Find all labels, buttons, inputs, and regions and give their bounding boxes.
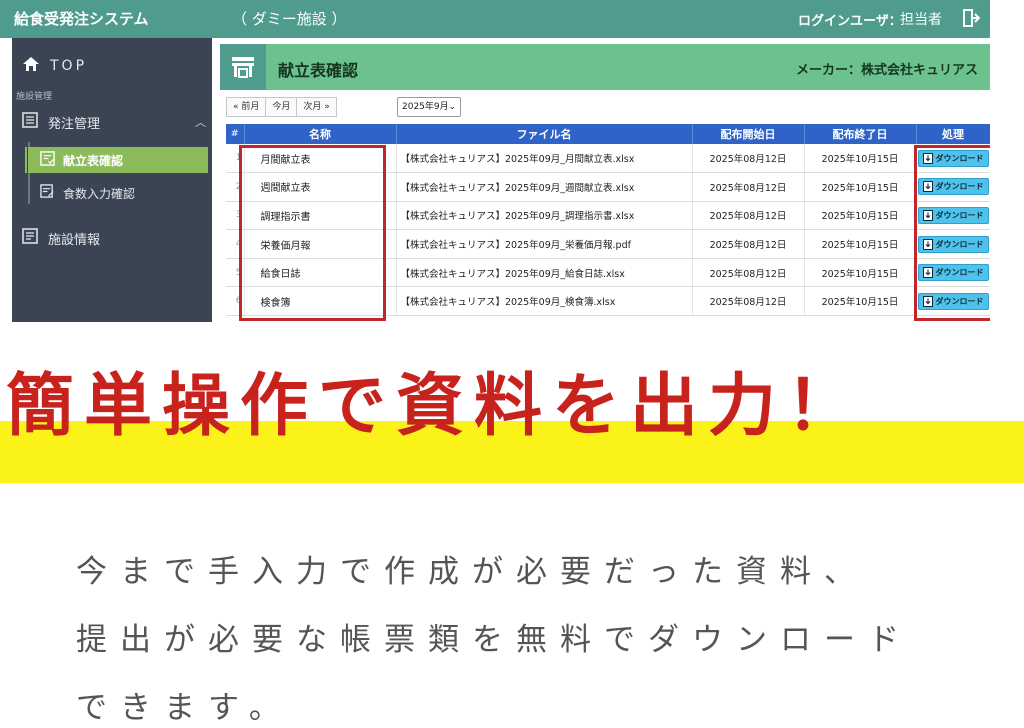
store-icon	[220, 44, 266, 90]
start-date: 2025年08月12日	[692, 258, 805, 288]
sidebar-section-label: 施設管理	[16, 92, 53, 102]
highlight-box-downloads	[914, 145, 990, 321]
start-date: 2025年08月12日	[692, 144, 805, 174]
sidebar: TOP 施設管理 発注管理 ︿ 献立表確認 食数入力確認 施設情報	[12, 38, 212, 322]
maker-name: メーカー：株式会社キュリアス	[795, 63, 978, 78]
column-header-end: 配布終了日	[804, 124, 917, 144]
description-line: 提出が必要な帳票類を無料でダウンロード	[76, 622, 912, 658]
sidebar-item-label: 献立表確認	[63, 153, 124, 168]
start-date: 2025年08月12日	[692, 201, 805, 231]
sidebar-item-order-management[interactable]: 発注管理 ︿	[22, 112, 206, 132]
app-screenshot: 給食受発注システム （ ダミー施設 ） ログインユーザ： 担当者 TOP 施設管…	[0, 0, 990, 322]
file-name: 【株式会社キュリアス】2025年09月_調理指示書.xlsx	[396, 201, 693, 231]
next-month-button[interactable]: 次月 »	[297, 97, 337, 117]
headline: 簡単操作で資料を出力！	[6, 367, 865, 446]
app-title: 給食受発注システム	[14, 10, 149, 28]
sidebar-item-label: TOP	[50, 58, 88, 74]
sidebar-item-menu-check[interactable]: 献立表確認	[25, 147, 208, 173]
page-title: 献立表確認	[278, 61, 359, 80]
file-name: 【株式会社キュリアス】2025年09月_給食日誌.xlsx	[396, 258, 693, 288]
description-line: できます。	[76, 690, 293, 726]
facility-name: （ ダミー施設 ）	[232, 10, 347, 28]
login-user-label: ログインユーザ：	[798, 14, 902, 29]
start-date: 2025年08月12日	[692, 286, 805, 317]
file-name: 【株式会社キュリアス】2025年09月_週間献立表.xlsx	[396, 172, 693, 202]
end-date: 2025年10月15日	[804, 201, 917, 231]
end-date: 2025年10月15日	[804, 286, 917, 317]
column-header-number: #	[226, 124, 245, 144]
home-icon	[22, 56, 40, 76]
file-name: 【株式会社キュリアス】2025年09月_検食簿.xlsx	[396, 286, 693, 317]
end-date: 2025年10月15日	[804, 258, 917, 288]
description-line: 今まで手入力で作成が必要だった資料、	[76, 554, 868, 590]
end-date: 2025年10月15日	[804, 144, 917, 174]
column-header-file: ファイル名	[396, 124, 693, 144]
start-date: 2025年08月12日	[692, 229, 805, 259]
sidebar-item-facility-info[interactable]: 施設情報	[22, 228, 100, 248]
month-nav: « 前月 今月 次月 »	[226, 97, 337, 117]
month-select[interactable]: 2025年9月 ⌄	[397, 97, 461, 117]
column-header-start: 配布開始日	[692, 124, 805, 144]
file-name: 【株式会社キュリアス】2025年09月_栄養価月報.pdf	[396, 229, 693, 259]
end-date: 2025年10月15日	[804, 172, 917, 202]
chevron-down-icon: ⌄	[448, 102, 456, 112]
end-date: 2025年10月15日	[804, 229, 917, 259]
checklist-icon	[40, 151, 55, 169]
table-header-row: # 名称 ファイル名 配布開始日 配布終了日 処理	[226, 124, 990, 144]
month-select-value: 2025年9月	[402, 102, 449, 112]
column-header-name: 名称	[244, 124, 397, 144]
top-bar: 給食受発注システム （ ダミー施設 ） ログインユーザ： 担当者	[0, 0, 990, 38]
sidebar-item-label: 発注管理	[48, 116, 101, 132]
this-month-button[interactable]: 今月	[266, 97, 298, 117]
column-header-action: 処理	[916, 124, 990, 144]
start-date: 2025年08月12日	[692, 172, 805, 202]
page-header: 献立表確認 メーカー：株式会社キュリアス	[220, 44, 990, 90]
prev-month-button[interactable]: « 前月	[226, 97, 267, 117]
sidebar-item-meal-count[interactable]: 食数入力確認	[40, 184, 135, 202]
logout-icon[interactable]	[962, 8, 981, 28]
highlight-box-names	[239, 145, 386, 321]
chevron-up-icon: ︿	[195, 116, 206, 129]
file-name: 【株式会社キュリアス】2025年09月_月間献立表.xlsx	[396, 144, 693, 174]
sidebar-item-top[interactable]: TOP	[22, 56, 87, 76]
edit-form-icon	[40, 184, 55, 202]
sidebar-item-label: 食数入力確認	[63, 186, 136, 201]
login-user-name: 担当者	[900, 12, 942, 28]
info-list-icon	[22, 228, 38, 248]
list-icon	[22, 112, 38, 132]
sidebar-item-label: 施設情報	[48, 232, 101, 248]
